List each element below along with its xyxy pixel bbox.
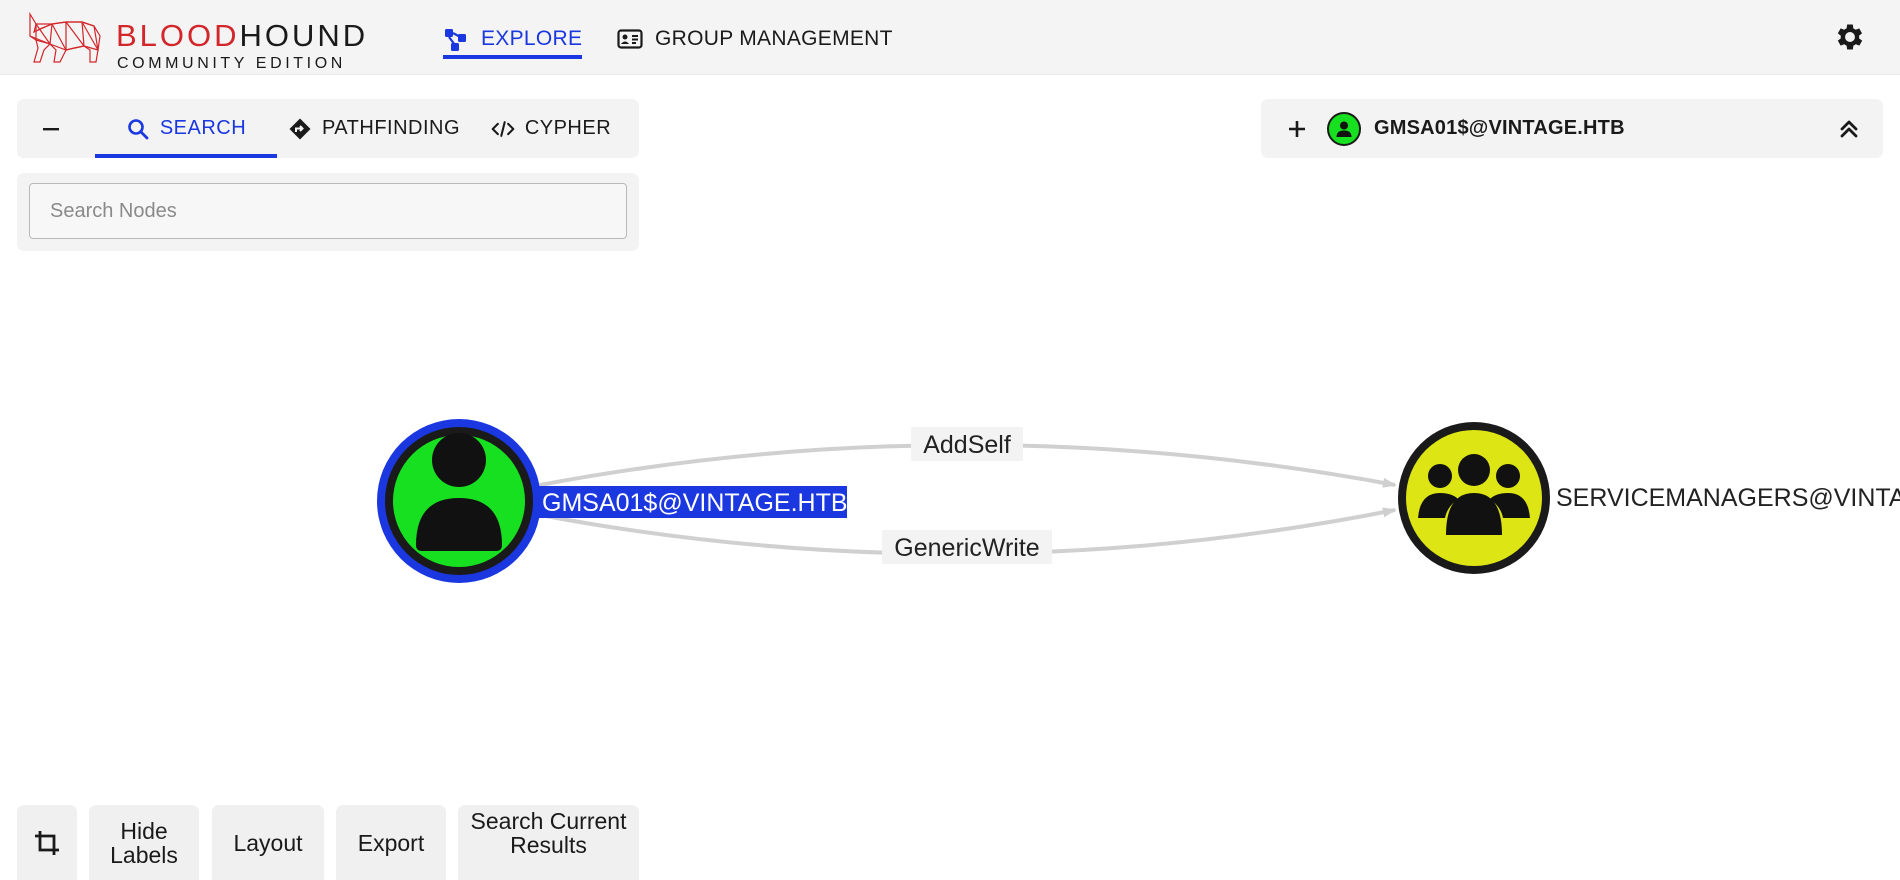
nav-group-management[interactable]: GROUP MANAGEMENT	[617, 20, 893, 58]
brand-subtitle: COMMUNITY EDITION	[117, 55, 346, 72]
edge-label-genericwrite-text: GenericWrite	[894, 534, 1039, 562]
hound-logo-icon	[29, 11, 101, 63]
brand-name-part2: HOUND	[239, 18, 369, 53]
layout-button[interactable]: Layout	[212, 805, 324, 880]
brand-name: BLOODHOUND	[116, 20, 368, 51]
graph-nodes-icon	[443, 26, 469, 52]
brand-name-part1: BLOOD	[116, 18, 240, 53]
nav-group-management-label: GROUP MANAGEMENT	[655, 27, 893, 50]
id-card-icon	[617, 26, 643, 52]
nav-explore-label: EXPLORE	[481, 27, 583, 50]
fit-graph-button[interactable]	[17, 805, 77, 880]
node-label-user[interactable]: GMSA01$@VINTAGE.HTB	[542, 489, 848, 517]
edge-label-addself-text: AddSelf	[923, 431, 1011, 459]
hide-labels-button[interactable]: Hide Labels	[89, 805, 199, 880]
crop-icon	[35, 830, 59, 855]
gear-icon[interactable]	[1833, 20, 1867, 54]
graph-node-group[interactable]	[1398, 422, 1550, 574]
app-root: BLOODHOUND COMMUNITY EDITION EXPLORE GRO…	[0, 0, 1900, 880]
node-label-group[interactable]: SERVICEMANAGERS@VINTAGE.HTB	[1556, 484, 1900, 512]
export-button[interactable]: Export	[336, 805, 446, 880]
edge-label-addself[interactable]: AddSelf	[911, 427, 1023, 461]
graph-canvas[interactable]: AddSelf GenericWrite GMSA01$@VINTAGE.HTB	[0, 75, 1900, 800]
graph-node-user[interactable]	[377, 419, 541, 583]
search-current-results-button[interactable]: Search Current Results	[458, 805, 639, 880]
edge-label-genericwrite[interactable]: GenericWrite	[882, 530, 1052, 564]
nav-explore[interactable]: EXPLORE	[443, 20, 583, 59]
top-bar: BLOODHOUND COMMUNITY EDITION EXPLORE GRO…	[0, 0, 1900, 75]
bloodhound-logo[interactable]: BLOODHOUND COMMUNITY EDITION	[26, 10, 365, 72]
